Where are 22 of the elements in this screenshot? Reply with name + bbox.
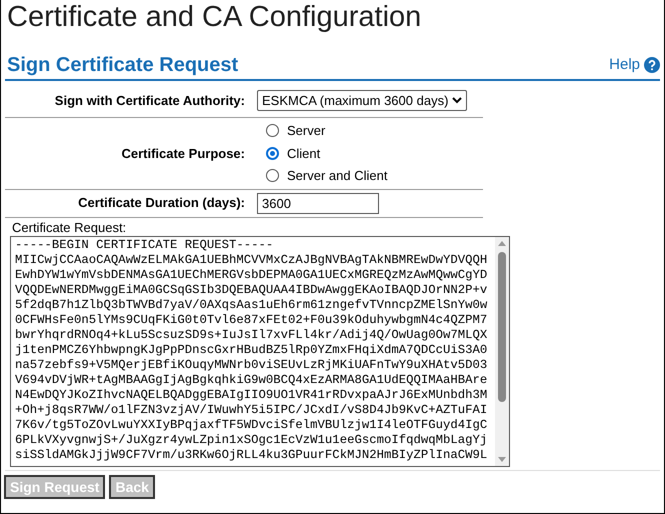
request-textarea[interactable]: -----BEGIN CERTIFICATE REQUEST----- MIICwjCCAaoCAQAwWzELMAkGA1UEBhMCVVMxCzAJBgNVBAgTAkNBMREwDwYDVQQH EwhDYW1wYmVsbDENMAsGA1UEChMERGVsbDEPMA0GA1UECxMGREQzMzAwMQwwCgYD VQQDEwNERDMwggEiMA0GCSqGSIb3DQEBAQUAA4IBDwAwggEKAoIBAQDJOrNN2P+v 5f2dqB7h1ZlbQ3bTWVBd7yaV/0AXqsAas1uEh6rm61zngefvTVnncpZMElSnYw0w 0CFWHsFe0n5lYMs9CUqFKiG0t0Tvl6e87xFEt02+F0u39kOduhywbgmN4c4QZPM7 bwrYhqrdRNOq4+kLu5ScsuzSD9s+IuJsIl7xvFLl4kr/Adij4Q/OwUag0Ow7MLQX j1tenPMCZ6YhbwpngKJgPpPDnscGxrHBudBZ5lRp0YZmxFHqiXdmA7QDCcUiS3A0 na57zebfs9+V5MQerjEBfiKOuqyMWNrb0viSEUvLzRjMKiUAFnTwY9uXHAtv5D03 V694vDVjWR+tAgMBAAGgIjAgBgkqhkiG9w0BCQ4xEzARMA8GA1UdEQQIMAaHBAre N4EwDQYJKoZIhvcNAQELBQADggEBAIgIIO9UO1VR41rRDvxpaAJrJ6ExMUnbdh3M +Oh+j8qsR7WW/o1lFZN3vzjAV/IWuwhY5i5IPC/JCxdI/vS8D4Jb9KvC+AZTuFAI 7K6v/tg5ToZOvLwuYXXIyBPqjaxfTF5WDvciSfelmVBUlzjw1I4leOTFGuyd4IgC 6PLkVXyvgnwjS+/JuXgzr4ywLZpin1xSOgc1EcVzW1u1eeGscmoIfqdwqMbLagYj siSSldAMGkJjjW9CF7Vrm/u3RKw6OjRLL4ku3GPuurFCkMJN2HmBIyZPlInaCW9L xyxy=(10,236,510,466)
scrollbar[interactable] xyxy=(495,236,509,466)
chevron-icon xyxy=(452,97,462,104)
radio-label: Client xyxy=(287,144,320,162)
page-title: Certificate and CA Configuration xyxy=(6,0,422,34)
radio-label: Server xyxy=(287,122,326,140)
help-icon xyxy=(644,56,660,73)
radio-button[interactable] xyxy=(266,124,279,138)
radio-button[interactable] xyxy=(266,146,279,160)
section-title: Sign Certificate Request xyxy=(6,53,238,77)
duration-field[interactable]: 3600 xyxy=(257,192,379,214)
field-label: Certificate Duration (days): xyxy=(77,194,246,212)
scroll-down-icon xyxy=(498,456,506,462)
field-label: Sign with Certificate Authority: xyxy=(54,92,246,110)
radio-button[interactable] xyxy=(266,169,279,182)
radio-label: Server and Client xyxy=(287,167,388,185)
field-label: Certificate Purpose: xyxy=(120,144,246,163)
field-label: Certificate Request: xyxy=(11,220,128,236)
help-link[interactable]: Help xyxy=(609,54,660,76)
ca-select[interactable]: ESKMCA (maximum 3600 days) xyxy=(257,90,468,111)
scrollbar-thumb[interactable] xyxy=(498,252,506,402)
scroll-up-icon xyxy=(498,240,506,246)
